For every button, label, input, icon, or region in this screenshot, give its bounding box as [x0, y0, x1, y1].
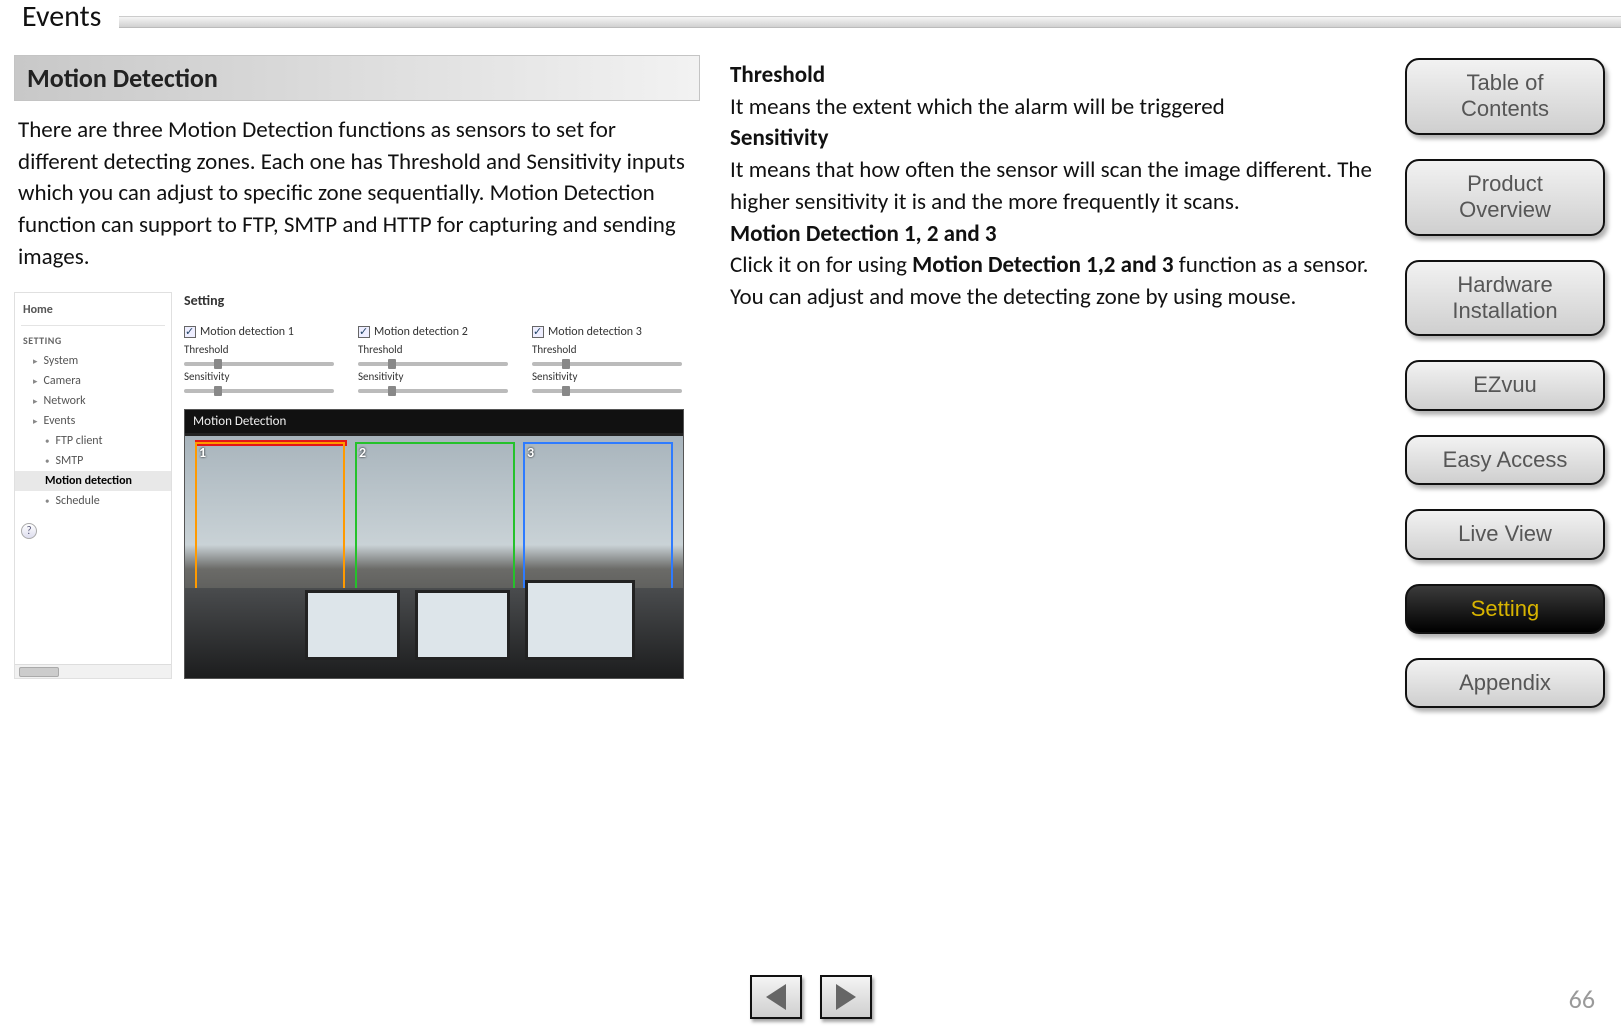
md3-sensitivity-label: Sensitivity [532, 370, 682, 383]
md123-body: Click it on for using Motion Detection 1… [730, 250, 1380, 313]
mock-main-title: Setting [184, 292, 698, 309]
title-divider [119, 16, 1621, 28]
mock-nav-system: System [15, 351, 171, 371]
sensitivity-heading: Sensitivity [730, 123, 1380, 155]
page-number: 66 [1569, 983, 1595, 1015]
md3-name: Motion detection 3 [548, 325, 642, 339]
mock-nav-schedule: Schedule [15, 491, 171, 511]
mock-md1: Motion detection 1 Threshold Sensitivity [184, 325, 334, 395]
scene-monitor [415, 590, 510, 660]
mock-home: Home [15, 293, 171, 323]
section-intro: There are three Motion Detection functio… [14, 115, 700, 292]
mock-main: Setting Motion detection 1 Threshold Sen… [184, 292, 698, 679]
md123-bold: Motion Detection 1,2 and 3 [912, 251, 1173, 279]
checkbox-icon [184, 326, 196, 338]
mock-video-title: Motion Detection [185, 410, 683, 433]
detection-zone-3: 3 [523, 442, 673, 592]
prev-page-button[interactable] [750, 975, 802, 1019]
nav-toc-button[interactable]: Table of Contents [1405, 58, 1605, 135]
mock-nav-smtp: SMTP [15, 451, 171, 471]
threshold-body: It means the extent which the alarm will… [730, 92, 1380, 124]
detection-zone-1: 1 [195, 442, 345, 592]
pager [750, 975, 872, 1019]
md1-sensitivity-label: Sensitivity [184, 370, 334, 383]
mock-video-scene: 1 2 3 [185, 436, 683, 678]
md2-name: Motion detection 2 [374, 325, 468, 339]
md1-threshold-label: Threshold [184, 343, 334, 356]
section-heading: Motion Detection [14, 55, 700, 101]
mock-scrollbar [15, 664, 171, 678]
md3-threshold-label: Threshold [532, 343, 682, 356]
md1-name: Motion detection 1 [200, 325, 294, 339]
mock-sidebar: Home SETTING System Camera Network Event… [14, 292, 172, 679]
md123-text-a: Click it on for using [730, 251, 912, 279]
mock-nav-events: Events [15, 411, 171, 431]
checkbox-icon [532, 326, 544, 338]
arrow-left-icon [766, 984, 786, 1010]
detection-zone-2: 2 [355, 442, 515, 602]
nav-product-button[interactable]: Product Overview [1405, 159, 1605, 236]
nav-hardware-button[interactable]: Hardware Installation [1405, 260, 1605, 337]
sensitivity-body: It means that how often the sensor will … [730, 155, 1380, 218]
mock-setting-header: SETTING [15, 330, 171, 351]
nav-setting-button[interactable]: Setting [1405, 584, 1605, 634]
nav-easyaccess-button[interactable]: Easy Access [1405, 435, 1605, 485]
md2-sensitivity-label: Sensitivity [358, 370, 508, 383]
checkbox-icon [358, 326, 370, 338]
help-icon: ? [21, 523, 37, 539]
divider [21, 325, 165, 326]
md2-threshold-label: Threshold [358, 343, 508, 356]
right-column: Threshold It means the extent which the … [730, 60, 1380, 314]
threshold-heading: Threshold [730, 60, 1380, 92]
scene-monitor [525, 580, 635, 660]
slider-icon [184, 362, 334, 366]
nav-appendix-button[interactable]: Appendix [1405, 658, 1605, 708]
mock-nav-motion: Motion detection [15, 471, 171, 491]
slider-icon [532, 389, 682, 393]
title-bar: Events [0, 0, 1621, 34]
mock-nav-network: Network [15, 391, 171, 411]
page-title: Events [0, 0, 119, 34]
mock-video-panel: Motion Detection 1 2 3 [184, 409, 684, 679]
nav-ezvuu-button[interactable]: EZvuu [1405, 360, 1605, 410]
left-column: Motion Detection There are three Motion … [14, 55, 700, 679]
mock-md3: Motion detection 3 Threshold Sensitivity [532, 325, 682, 395]
mock-nav-ftp: FTP client [15, 431, 171, 451]
scene-monitor [305, 590, 400, 660]
next-page-button[interactable] [820, 975, 872, 1019]
mock-nav-camera: Camera [15, 371, 171, 391]
doc-nav-sidebar: Table of Contents Product Overview Hardw… [1405, 58, 1605, 708]
mock-md2: Motion detection 2 Threshold Sensitivity [358, 325, 508, 395]
slider-icon [358, 389, 508, 393]
nav-liveview-button[interactable]: Live View [1405, 509, 1605, 559]
settings-screenshot: Home SETTING System Camera Network Event… [14, 292, 698, 679]
md123-heading: Motion Detection 1, 2 and 3 [730, 219, 1380, 251]
slider-icon [184, 389, 334, 393]
slider-icon [358, 362, 508, 366]
mock-md-controls: Motion detection 1 Threshold Sensitivity… [184, 325, 698, 395]
slider-icon [532, 362, 682, 366]
arrow-right-icon [836, 984, 856, 1010]
